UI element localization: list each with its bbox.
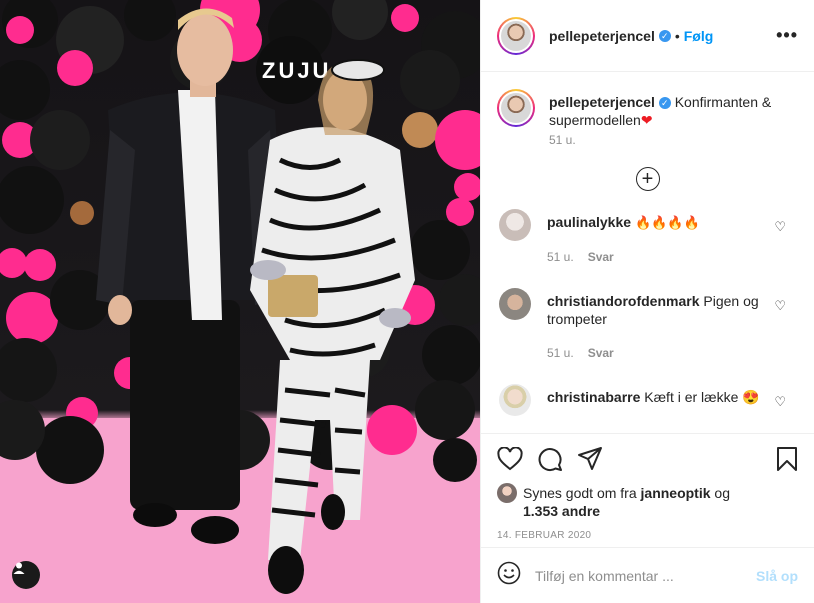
comment-item: christinabarre Kæft i er lække 😍 ♡ — [497, 384, 798, 416]
likes-joiner: og — [714, 485, 730, 501]
reply-button[interactable]: Svar — [588, 346, 614, 360]
comment-item: paulinalykke 🔥🔥🔥🔥 51 u. Svar ♡ — [497, 209, 798, 282]
caption-timestamp[interactable]: 51 u. — [549, 133, 576, 147]
reply-button[interactable]: Svar — [588, 250, 614, 264]
add-comment-bar: Slå op — [481, 547, 814, 603]
save-icon[interactable] — [776, 446, 798, 472]
heart-icon[interactable] — [497, 447, 523, 471]
heart-emoji: ❤ — [640, 112, 653, 128]
likes-count[interactable]: 1.353 andre — [523, 503, 600, 519]
load-more-comments-button[interactable]: + — [497, 167, 798, 191]
liker-username[interactable]: janneoptik — [641, 485, 711, 501]
comment-item: christiandorofdenmark Pigen og trompeter… — [497, 288, 798, 378]
likes-summary: Synes godt om fra janneoptik og 1.353 an… — [497, 483, 798, 520]
comment-username[interactable]: christinabarre — [547, 389, 640, 405]
comment-username[interactable]: paulinalykke — [547, 214, 631, 230]
post-actions: Synes godt om fra janneoptik og 1.353 an… — [481, 433, 814, 541]
post-details-panel: pellepeterjencel ✓ • Følg ••• pellepeter… — [480, 0, 814, 603]
caption-username[interactable]: pellepeterjencel — [549, 94, 655, 110]
load-more-icon: + — [635, 167, 660, 191]
photo-illustration: ZUJU — [0, 0, 480, 603]
post-header: pellepeterjencel ✓ • Følg ••• — [481, 0, 814, 72]
commenter-avatar[interactable] — [499, 209, 531, 241]
emoji-icon[interactable] — [497, 561, 521, 590]
commenter-avatar[interactable] — [499, 288, 531, 320]
more-options-icon[interactable]: ••• — [776, 25, 798, 46]
caption-avatar[interactable] — [497, 89, 535, 127]
likes-prefix: Synes godt om fra — [523, 485, 637, 501]
verified-icon: ✓ — [658, 29, 671, 42]
like-comment-heart-icon[interactable]: ♡ — [774, 219, 786, 235]
comment-icon[interactable] — [537, 446, 563, 472]
author-username[interactable]: pellepeterjencel — [549, 28, 655, 44]
user-tag-button[interactable] — [12, 561, 40, 589]
comment-input[interactable] — [535, 567, 756, 584]
post-date[interactable]: 14. FEBRUAR 2020 — [497, 530, 798, 541]
comment-username[interactable]: christiandorofdenmark — [547, 293, 699, 309]
comment-text: 🔥🔥🔥🔥 — [634, 215, 700, 230]
commenter-avatar[interactable] — [499, 384, 531, 416]
post-comment-button[interactable]: Slå op — [756, 568, 798, 584]
liker-avatar[interactable] — [497, 483, 517, 503]
comment-time[interactable]: 51 u. — [547, 346, 574, 360]
share-icon[interactable] — [577, 446, 603, 472]
comments-list[interactable]: pellepeterjencel ✓ Konfirmanten & supermo… — [481, 73, 814, 433]
sign-text: ZUJU — [262, 58, 331, 83]
comment-time[interactable]: 51 u. — [547, 250, 574, 264]
like-comment-heart-icon[interactable]: ♡ — [774, 394, 786, 410]
post-photo[interactable]: ZUJU — [0, 0, 480, 603]
author-avatar[interactable] — [497, 16, 535, 55]
comment-text: Kæft i er lække 😍 — [644, 389, 760, 405]
follow-button[interactable]: Følg — [684, 28, 714, 44]
verified-icon: ✓ — [658, 97, 671, 109]
separator-dot: • — [674, 27, 680, 44]
like-comment-heart-icon[interactable]: ♡ — [774, 298, 786, 314]
